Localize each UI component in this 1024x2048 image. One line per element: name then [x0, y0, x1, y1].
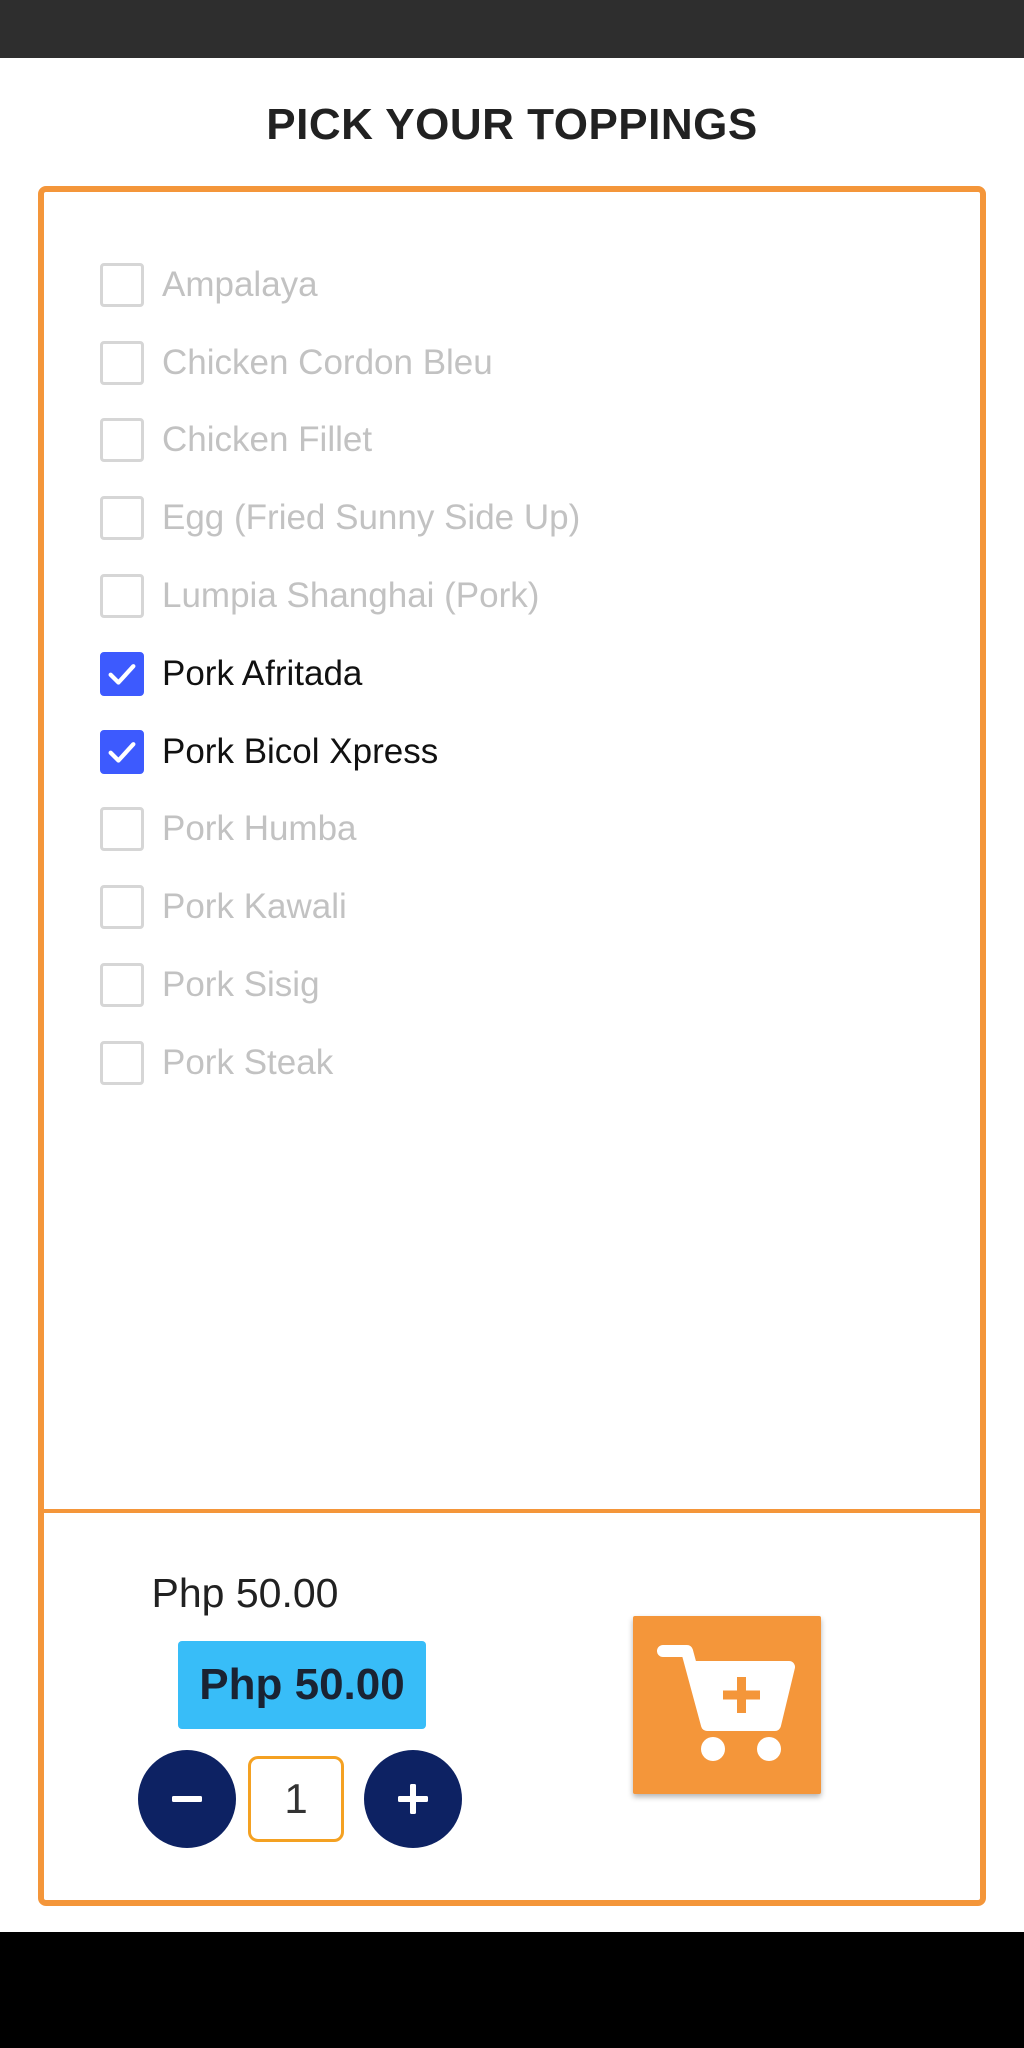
check-icon: [108, 663, 136, 685]
topping-label: Pork Bicol Xpress: [162, 731, 439, 771]
topping-item[interactable]: Pork Kawali: [100, 868, 920, 946]
page-title: PICK YOUR TOPPINGS: [266, 100, 758, 149]
topping-checkbox[interactable]: [100, 651, 144, 696]
total-price-badge: Php 50.00: [178, 1641, 426, 1729]
status-bar: [0, 0, 1024, 58]
topping-checkbox[interactable]: [100, 885, 144, 930]
topping-label: Pork Sisig: [162, 965, 320, 1005]
topping-item[interactable]: Lumpia Shanghai (Pork): [100, 557, 920, 635]
topping-checkbox[interactable]: [100, 1040, 144, 1085]
check-icon: [108, 741, 136, 763]
topping-checkbox[interactable]: [100, 418, 144, 463]
topping-label: Chicken Cordon Bleu: [162, 342, 493, 382]
add-to-cart-icon: [657, 1645, 795, 1761]
topping-label: Chicken Fillet: [162, 420, 373, 460]
topping-label: Pork Steak: [162, 1042, 334, 1082]
topping-checkbox[interactable]: [100, 574, 144, 619]
divider: [44, 1509, 980, 1513]
navigation-bar: [0, 1932, 1024, 2048]
add-to-cart-button[interactable]: [633, 1616, 821, 1794]
decrease-quantity-button[interactable]: [138, 1750, 236, 1848]
toppings-panel: Ampalaya Chicken Cordon Bleu Chicken Fille…: [38, 186, 986, 1906]
topping-label: Pork Afritada: [162, 653, 363, 693]
topping-checkbox[interactable]: [100, 807, 144, 852]
toppings-list: Ampalaya Chicken Cordon Bleu Chicken Fille…: [100, 246, 920, 1102]
topping-checkbox[interactable]: [100, 729, 144, 774]
quantity-field[interactable]: [248, 1756, 344, 1842]
topping-checkbox[interactable]: [100, 262, 144, 307]
topping-label: Lumpia Shanghai (Pork): [162, 576, 540, 616]
topping-item[interactable]: Pork Steak: [100, 1024, 920, 1102]
plus-icon: [398, 1784, 428, 1814]
topping-label: Egg (Fried Sunny Side Up): [162, 498, 581, 538]
topping-item[interactable]: Pork Humba: [100, 791, 920, 869]
topping-label: Ampalaya: [162, 264, 318, 304]
increase-quantity-button[interactable]: [364, 1750, 462, 1848]
topping-item[interactable]: Ampalaya: [100, 246, 920, 324]
topping-item[interactable]: Egg (Fried Sunny Side Up): [100, 479, 920, 557]
topping-item[interactable]: Chicken Fillet: [100, 402, 920, 480]
minus-icon: [172, 1796, 202, 1802]
topping-item[interactable]: Pork Bicol Xpress: [100, 713, 920, 791]
topping-checkbox[interactable]: [100, 963, 144, 1008]
topping-checkbox[interactable]: [100, 496, 144, 541]
topping-checkbox[interactable]: [100, 340, 144, 385]
topping-label: Pork Humba: [162, 809, 357, 849]
topping-item[interactable]: Chicken Cordon Bleu: [100, 324, 920, 402]
topping-item[interactable]: Pork Sisig: [100, 946, 920, 1024]
topping-label: Pork Kawali: [162, 887, 347, 927]
topping-item[interactable]: Pork Afritada: [100, 635, 920, 713]
unit-price: Php 50.00: [151, 1570, 339, 1616]
